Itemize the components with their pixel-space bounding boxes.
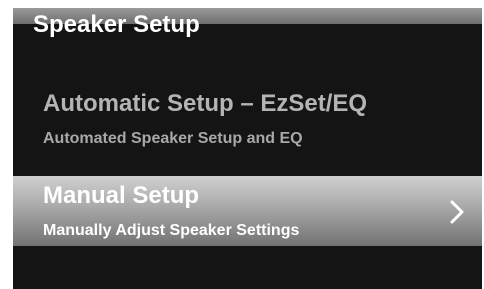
menu-item-automatic-setup[interactable]: Automatic Setup – EzSet/EQ Automated Spe… [13, 84, 482, 156]
menu-item-subtitle: Automated Speaker Setup and EQ [43, 130, 303, 147]
menu-item-manual-setup[interactable]: Manual Setup Manually Adjust Speaker Set… [13, 176, 482, 246]
speaker-setup-screen: Speaker Setup Automatic Setup – EzSet/EQ… [13, 8, 482, 289]
chevron-right-icon [450, 200, 464, 224]
menu-item-subtitle: Manually Adjust Speaker Settings [43, 222, 300, 239]
menu-item-title: Automatic Setup – EzSet/EQ [43, 90, 368, 117]
menu-item-title: Manual Setup [43, 182, 200, 209]
page-title: Speaker Setup [33, 11, 200, 38]
